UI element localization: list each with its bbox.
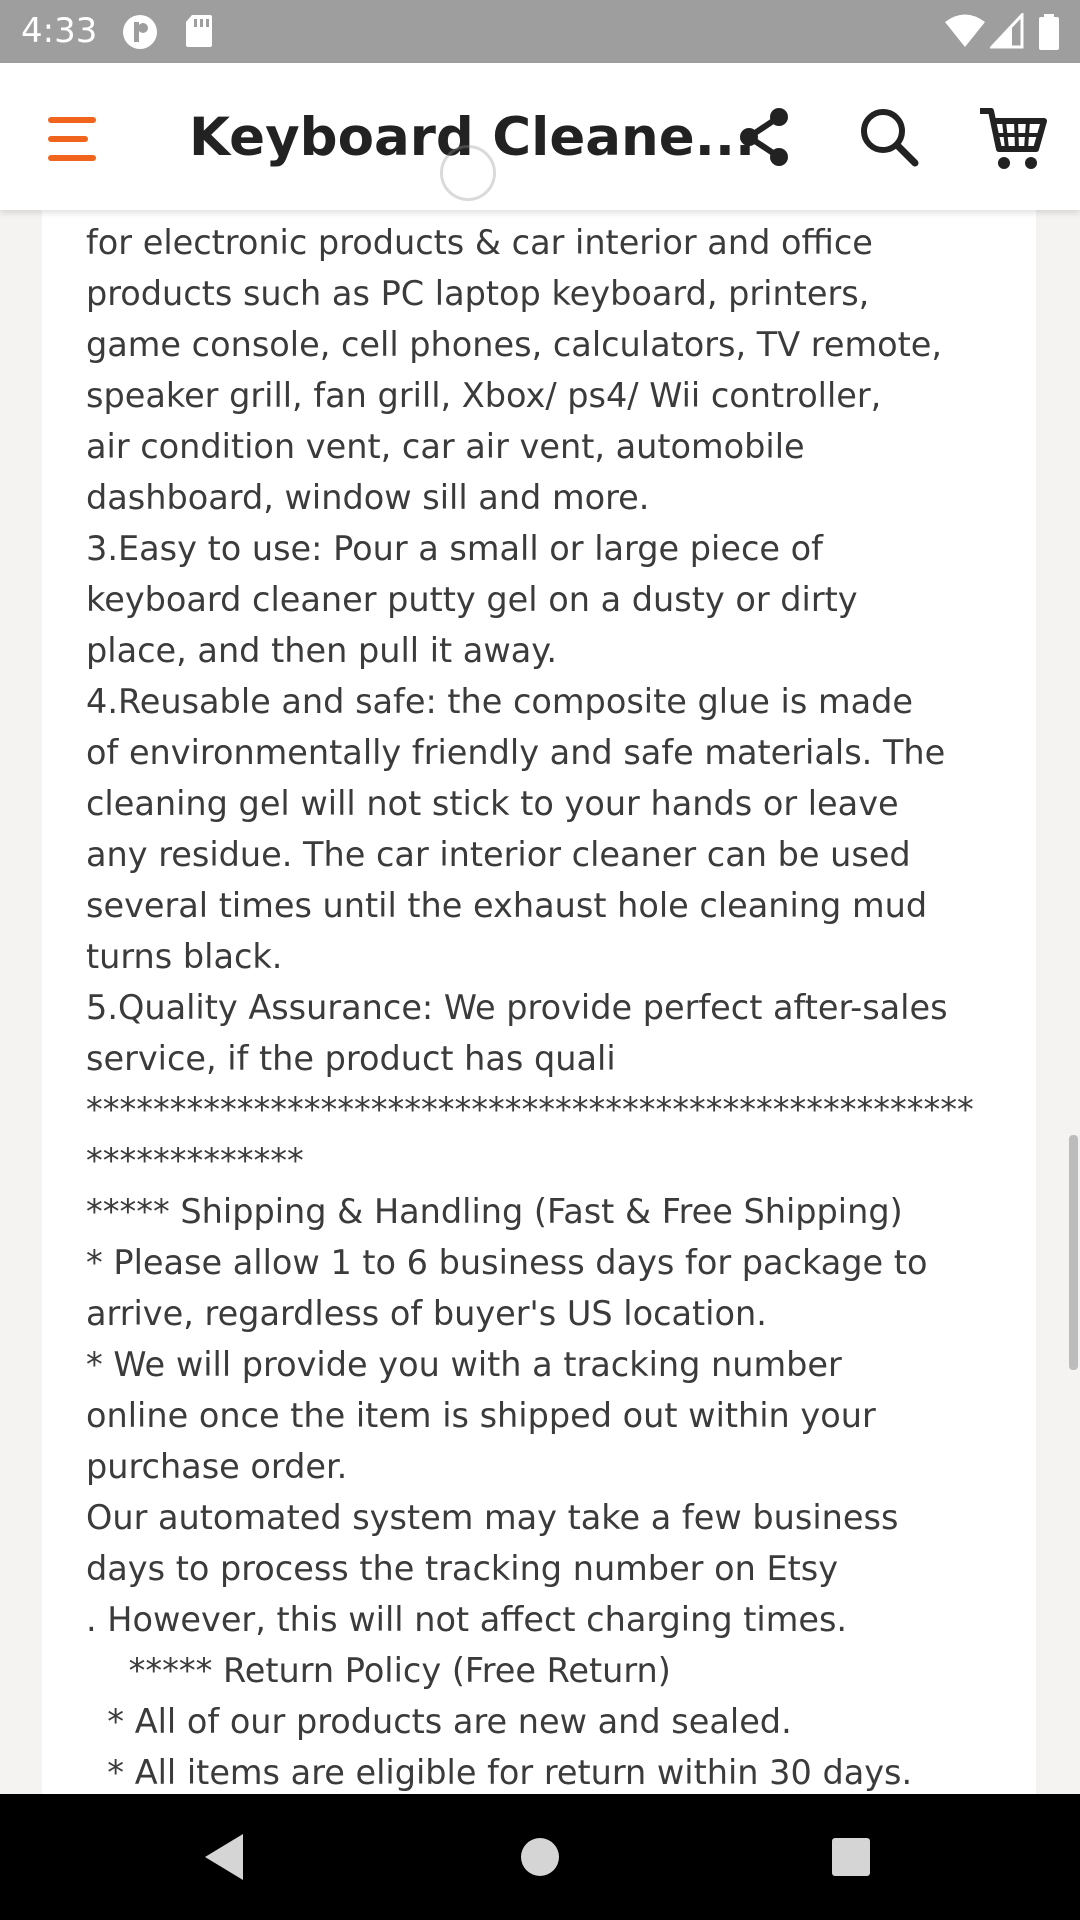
description-line: cleaning gel will not stick to your hand… <box>86 784 899 823</box>
description-line: several times until the exhaust hole cle… <box>86 886 928 925</box>
wifi-icon <box>945 14 985 47</box>
status-bar: 4:33 <box>0 0 1080 63</box>
description-line: * All items are eligible for return with… <box>86 1753 913 1792</box>
description-line: ****************************************… <box>86 1090 974 1129</box>
recents-icon[interactable] <box>818 1824 884 1890</box>
description-line: * All of our products are new and sealed… <box>86 1702 792 1741</box>
description-line: ***** Return Policy (Free Return) <box>86 1651 671 1690</box>
status-time: 4:33 <box>21 11 98 51</box>
menu-icon-bar <box>48 136 88 142</box>
description-line: service, if the product has quali <box>86 1039 616 1078</box>
description-line: * We will provide you with a tracking nu… <box>86 1345 842 1384</box>
signal-icon <box>990 13 1024 49</box>
description-line: online once the item is shipped out with… <box>86 1396 876 1435</box>
description-line: 5.Quality Assurance: We provide perfect … <box>86 988 948 1027</box>
menu-button[interactable] <box>34 99 114 179</box>
description-line: for electronic products & car interior a… <box>86 223 873 262</box>
home-icon[interactable] <box>507 1824 573 1890</box>
description-line: purchase order. <box>86 1447 348 1486</box>
back-icon[interactable] <box>191 1824 257 1890</box>
description-line: days to process the tracking number on E… <box>86 1549 839 1588</box>
menu-icon-bar <box>48 155 96 161</box>
search-icon[interactable] <box>853 101 927 175</box>
description-line: of environmentally friendly and safe mat… <box>86 733 946 772</box>
description-line: 4.Reusable and safe: the composite glue … <box>86 682 913 721</box>
description-line: * Please allow 1 to 6 business days for … <box>86 1243 928 1282</box>
page-title: Keyboard Cleane... <box>189 107 756 168</box>
description-line: dashboard, window sill and more. <box>86 478 650 517</box>
app-bar: Keyboard Cleane... <box>0 63 1080 210</box>
description-line: any residue. The car interior cleaner ca… <box>86 835 911 874</box>
description-line: turns black. <box>86 937 283 976</box>
description-line: speaker grill, fan grill, Xbox/ ps4/ Wii… <box>86 376 882 415</box>
navigation-bar <box>0 1794 1080 1920</box>
item-description: for electronic products & car interior a… <box>42 217 1026 1794</box>
description-line: game console, cell phones, calculators, … <box>86 325 942 364</box>
description-line: air condition vent, car air vent, automo… <box>86 427 805 466</box>
description-line: Our automated system may take a few busi… <box>86 1498 899 1537</box>
loading-spinner-icon <box>440 145 496 201</box>
sd-card-icon <box>186 15 212 47</box>
description-line: arrive, regardless of buyer's US locatio… <box>86 1294 767 1333</box>
description-line: 3.Easy to use: Pour a small or large pie… <box>86 529 823 568</box>
description-card[interactable]: for electronic products & car interior a… <box>42 210 1036 1794</box>
share-icon[interactable] <box>727 101 801 175</box>
menu-icon <box>48 117 96 123</box>
description-line: ***** Shipping & Handling (Fast & Free S… <box>86 1192 903 1231</box>
scrollbar[interactable] <box>1069 1135 1078 1370</box>
description-line: products such as PC laptop keyboard, pri… <box>86 274 870 313</box>
description-line: . However, this will not affect charging… <box>86 1600 848 1639</box>
description-line: keyboard cleaner putty gel on a dusty or… <box>86 580 858 619</box>
battery-icon <box>1039 14 1059 50</box>
cart-icon[interactable] <box>976 101 1050 175</box>
description-line: place, and then pull it away. <box>86 631 557 670</box>
data-saver-icon <box>123 15 157 49</box>
description-line: ************* <box>86 1141 304 1180</box>
